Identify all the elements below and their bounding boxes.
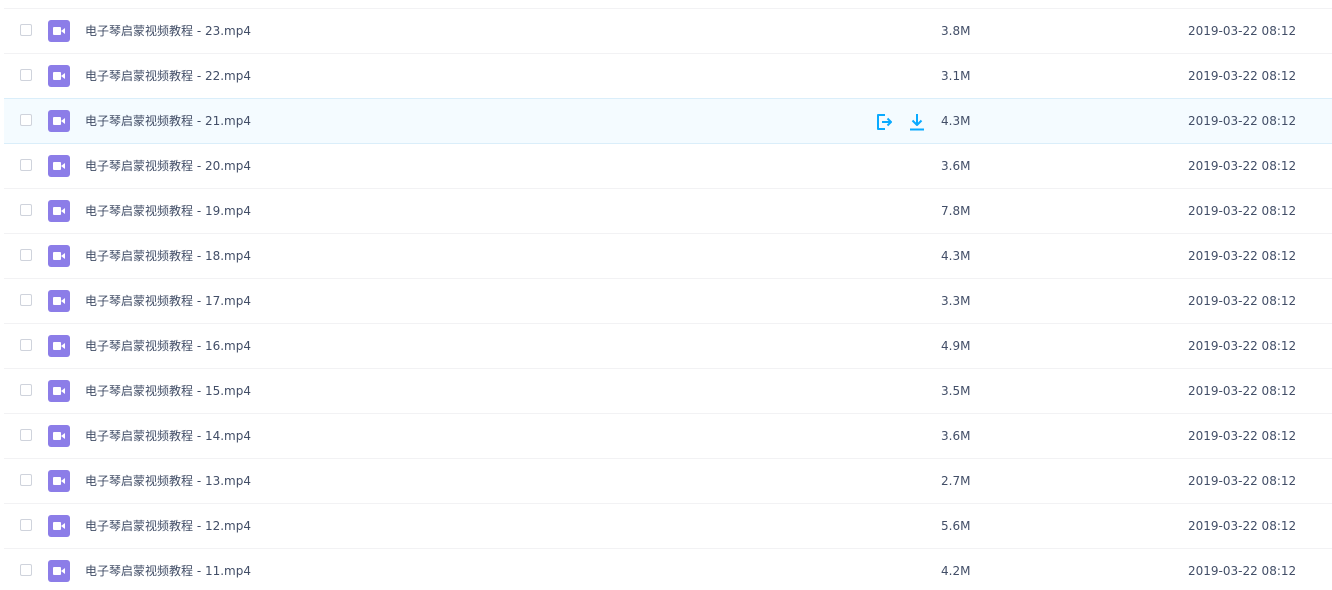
share-icon[interactable]: [874, 112, 894, 132]
row-checkbox[interactable]: [20, 429, 32, 441]
file-date: 2019-03-22 08:12: [1188, 339, 1297, 353]
row-checkbox[interactable]: [20, 114, 32, 126]
table-row[interactable]: 电子琴启蒙视频教程 - 22.mp4 3.1M 2019-03-22 08:12: [4, 54, 1332, 99]
table-row[interactable]: 电子琴启蒙视频教程 - 14.mp4 3.6M 2019-03-22 08:12: [4, 414, 1332, 459]
table-row[interactable]: 电子琴启蒙视频教程 - 15.mp4 3.5M 2019-03-22 08:12: [4, 369, 1332, 414]
row-checkbox[interactable]: [20, 204, 32, 216]
table-row[interactable]: 电子琴启蒙视频教程 - 21.mp4 4.3M 2019-03-22 08:12: [4, 98, 1332, 144]
table-row[interactable]: 电子琴启蒙视频教程 - 17.mp4 3.3M 2019-03-22 08:12: [4, 279, 1332, 324]
file-name[interactable]: 电子琴启蒙视频教程 - 17.mp4: [85, 279, 251, 324]
row-checkbox[interactable]: [20, 294, 32, 306]
file-date: 2019-03-22 08:12: [1188, 249, 1297, 263]
video-file-icon: [48, 20, 70, 42]
file-date: 2019-03-22 08:12: [1188, 519, 1297, 533]
file-date: 2019-03-22 08:12: [1188, 114, 1297, 128]
table-row[interactable]: 电子琴启蒙视频教程 - 13.mp4 2.7M 2019-03-22 08:12: [4, 459, 1332, 504]
file-date: 2019-03-22 08:12: [1188, 159, 1297, 173]
file-name[interactable]: 电子琴启蒙视频教程 - 11.mp4: [85, 549, 251, 590]
table-row[interactable]: 电子琴启蒙视频教程 - 19.mp4 7.8M 2019-03-22 08:12: [4, 189, 1332, 234]
file-name[interactable]: 电子琴启蒙视频教程 - 15.mp4: [85, 369, 251, 414]
file-size: 4.2M: [941, 564, 971, 578]
file-name[interactable]: 电子琴启蒙视频教程 - 13.mp4: [85, 459, 251, 504]
row-checkbox[interactable]: [20, 474, 32, 486]
row-checkbox[interactable]: [20, 339, 32, 351]
video-file-icon: [48, 515, 70, 537]
video-file-icon: [48, 425, 70, 447]
table-row[interactable]: 电子琴启蒙视频教程 - 18.mp4 4.3M 2019-03-22 08:12: [4, 234, 1332, 279]
row-checkbox[interactable]: [20, 249, 32, 261]
row-checkbox[interactable]: [20, 519, 32, 531]
file-size: 7.8M: [941, 204, 971, 218]
file-size: 4.9M: [941, 339, 971, 353]
video-file-icon: [48, 380, 70, 402]
file-size: 3.5M: [941, 384, 971, 398]
file-name[interactable]: 电子琴启蒙视频教程 - 18.mp4: [85, 234, 251, 279]
file-name[interactable]: 电子琴启蒙视频教程 - 19.mp4: [85, 189, 251, 234]
table-row[interactable]: 电子琴启蒙视频教程 - 12.mp4 5.6M 2019-03-22 08:12: [4, 504, 1332, 549]
file-date: 2019-03-22 08:12: [1188, 69, 1297, 83]
file-size: 3.1M: [941, 69, 971, 83]
table-row[interactable]: 电子琴启蒙视频教程 - 20.mp4 3.6M 2019-03-22 08:12: [4, 144, 1332, 189]
table-row[interactable]: 电子琴启蒙视频教程 - 23.mp4 3.8M 2019-03-22 08:12: [4, 9, 1332, 54]
download-icon[interactable]: [907, 112, 927, 132]
file-size: 4.3M: [941, 114, 971, 128]
video-file-icon: [48, 65, 70, 87]
file-date: 2019-03-22 08:12: [1188, 429, 1297, 443]
file-name[interactable]: 电子琴启蒙视频教程 - 16.mp4: [85, 324, 251, 369]
table-row[interactable]: 电子琴启蒙视频教程 - 11.mp4 4.2M 2019-03-22 08:12: [4, 549, 1332, 590]
video-file-icon: [48, 110, 70, 132]
video-file-icon: [48, 245, 70, 267]
video-file-icon: [48, 470, 70, 492]
row-checkbox[interactable]: [20, 69, 32, 81]
file-size: 2.7M: [941, 474, 971, 488]
file-list: 电子琴启蒙视频教程 - 23.mp4 3.8M 2019-03-22 08:12…: [0, 0, 1332, 590]
file-date: 2019-03-22 08:12: [1188, 384, 1297, 398]
file-name[interactable]: 电子琴启蒙视频教程 - 23.mp4: [85, 9, 251, 54]
file-size: 3.8M: [941, 24, 971, 38]
file-size: 3.6M: [941, 429, 971, 443]
file-date: 2019-03-22 08:12: [1188, 24, 1297, 38]
video-file-icon: [48, 335, 70, 357]
file-name[interactable]: 电子琴启蒙视频教程 - 20.mp4: [85, 144, 251, 189]
file-size: 4.3M: [941, 249, 971, 263]
file-size: 3.3M: [941, 294, 971, 308]
video-file-icon: [48, 200, 70, 222]
file-name[interactable]: 电子琴启蒙视频教程 - 14.mp4: [85, 414, 251, 459]
row-checkbox[interactable]: [20, 159, 32, 171]
row-checkbox[interactable]: [20, 24, 32, 36]
video-file-icon: [48, 290, 70, 312]
file-name[interactable]: 电子琴启蒙视频教程 - 22.mp4: [85, 54, 251, 99]
row-checkbox[interactable]: [20, 384, 32, 396]
row-checkbox[interactable]: [20, 564, 32, 576]
file-date: 2019-03-22 08:12: [1188, 564, 1297, 578]
file-size: 3.6M: [941, 159, 971, 173]
file-date: 2019-03-22 08:12: [1188, 204, 1297, 218]
file-size: 5.6M: [941, 519, 971, 533]
file-date: 2019-03-22 08:12: [1188, 474, 1297, 488]
file-name[interactable]: 电子琴启蒙视频教程 - 12.mp4: [85, 504, 251, 549]
video-file-icon: [48, 560, 70, 582]
file-date: 2019-03-22 08:12: [1188, 294, 1297, 308]
table-row[interactable]: 电子琴启蒙视频教程 - 16.mp4 4.9M 2019-03-22 08:12: [4, 324, 1332, 369]
video-file-icon: [48, 155, 70, 177]
file-name[interactable]: 电子琴启蒙视频教程 - 21.mp4: [85, 99, 251, 144]
